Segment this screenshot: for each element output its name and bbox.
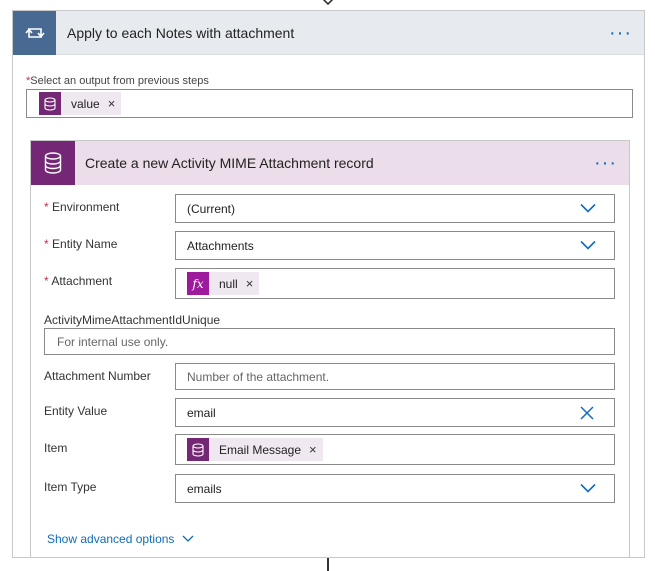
chevron-down-icon — [580, 203, 596, 213]
connector-arrow-icon — [322, 0, 334, 6]
loop-icon — [13, 10, 56, 55]
item-type-dropdown[interactable]: emails — [175, 474, 615, 503]
close-icon[interactable] — [580, 406, 594, 420]
apply-to-each-title: Apply to each Notes with attachment — [67, 24, 295, 41]
attachment-number-input[interactable]: Number of the attachment. — [175, 363, 615, 390]
show-advanced-options-link[interactable]: Show advanced options — [47, 532, 194, 546]
expression-icon: fx — [187, 272, 209, 295]
create-record-header[interactable]: Create a new Activity MIME Attachment re… — [31, 141, 629, 185]
entity-name-label: * Entity Name — [44, 237, 118, 251]
value-token-label: value — [71, 96, 100, 111]
environment-dropdown[interactable]: (Current) — [175, 194, 615, 223]
apply-to-each-card: Apply to each Notes with attachment ··· … — [12, 10, 645, 558]
attachment-number-placeholder: Number of the attachment. — [187, 369, 330, 384]
select-output-label: *Select an output from previous steps — [26, 75, 209, 87]
apply-to-each-header[interactable]: Apply to each Notes with attachment ··· — [13, 10, 644, 55]
email-message-token[interactable]: Email Message × — [187, 438, 323, 461]
unique-id-placeholder: For internal use only. — [57, 334, 169, 349]
select-output-input[interactable]: value × — [26, 89, 633, 118]
show-advanced-options-label: Show advanced options — [47, 532, 175, 546]
entity-value-label: Entity Value — [44, 404, 108, 418]
action-more-options-button[interactable]: ··· — [594, 153, 617, 173]
email-message-token-label: Email Message — [219, 442, 302, 457]
null-token-label: null — [219, 276, 238, 291]
remove-token-button[interactable]: × — [246, 276, 254, 291]
entity-name-dropdown[interactable]: Attachments — [175, 231, 615, 260]
item-input[interactable]: Email Message × — [175, 434, 615, 465]
value-token[interactable]: value × — [39, 92, 122, 115]
item-type-value: emails — [187, 481, 222, 496]
chevron-down-icon — [580, 483, 596, 493]
create-record-title: Create a new Activity MIME Attachment re… — [85, 155, 374, 171]
remove-token-button[interactable]: × — [309, 442, 317, 457]
attachment-number-label: Attachment Number — [44, 369, 151, 383]
create-record-card: Create a new Activity MIME Attachment re… — [30, 140, 630, 558]
attachment-input[interactable]: fx null × — [175, 268, 615, 299]
item-type-label: Item Type — [44, 480, 97, 494]
connector-line — [327, 558, 329, 571]
item-label: Item — [44, 441, 68, 455]
environment-label: * Environment — [44, 200, 120, 214]
database-icon — [31, 141, 75, 185]
null-token[interactable]: fx null × — [187, 272, 260, 295]
chevron-down-icon — [580, 240, 596, 250]
unique-id-label: ActivityMimeAttachmentIdUnique — [44, 313, 221, 327]
remove-token-button[interactable]: × — [108, 96, 116, 111]
entity-value-text: email — [187, 405, 216, 420]
environment-value: (Current) — [187, 201, 236, 216]
entity-value-input[interactable]: email — [175, 398, 615, 427]
loop-more-options-button[interactable]: ··· — [609, 23, 632, 43]
chevron-down-icon — [182, 535, 194, 542]
attachment-label: * Attachment — [44, 274, 113, 288]
unique-id-input[interactable]: For internal use only. — [44, 328, 615, 355]
entity-name-value: Attachments — [187, 238, 254, 253]
database-icon — [187, 438, 209, 461]
database-icon — [39, 92, 61, 115]
